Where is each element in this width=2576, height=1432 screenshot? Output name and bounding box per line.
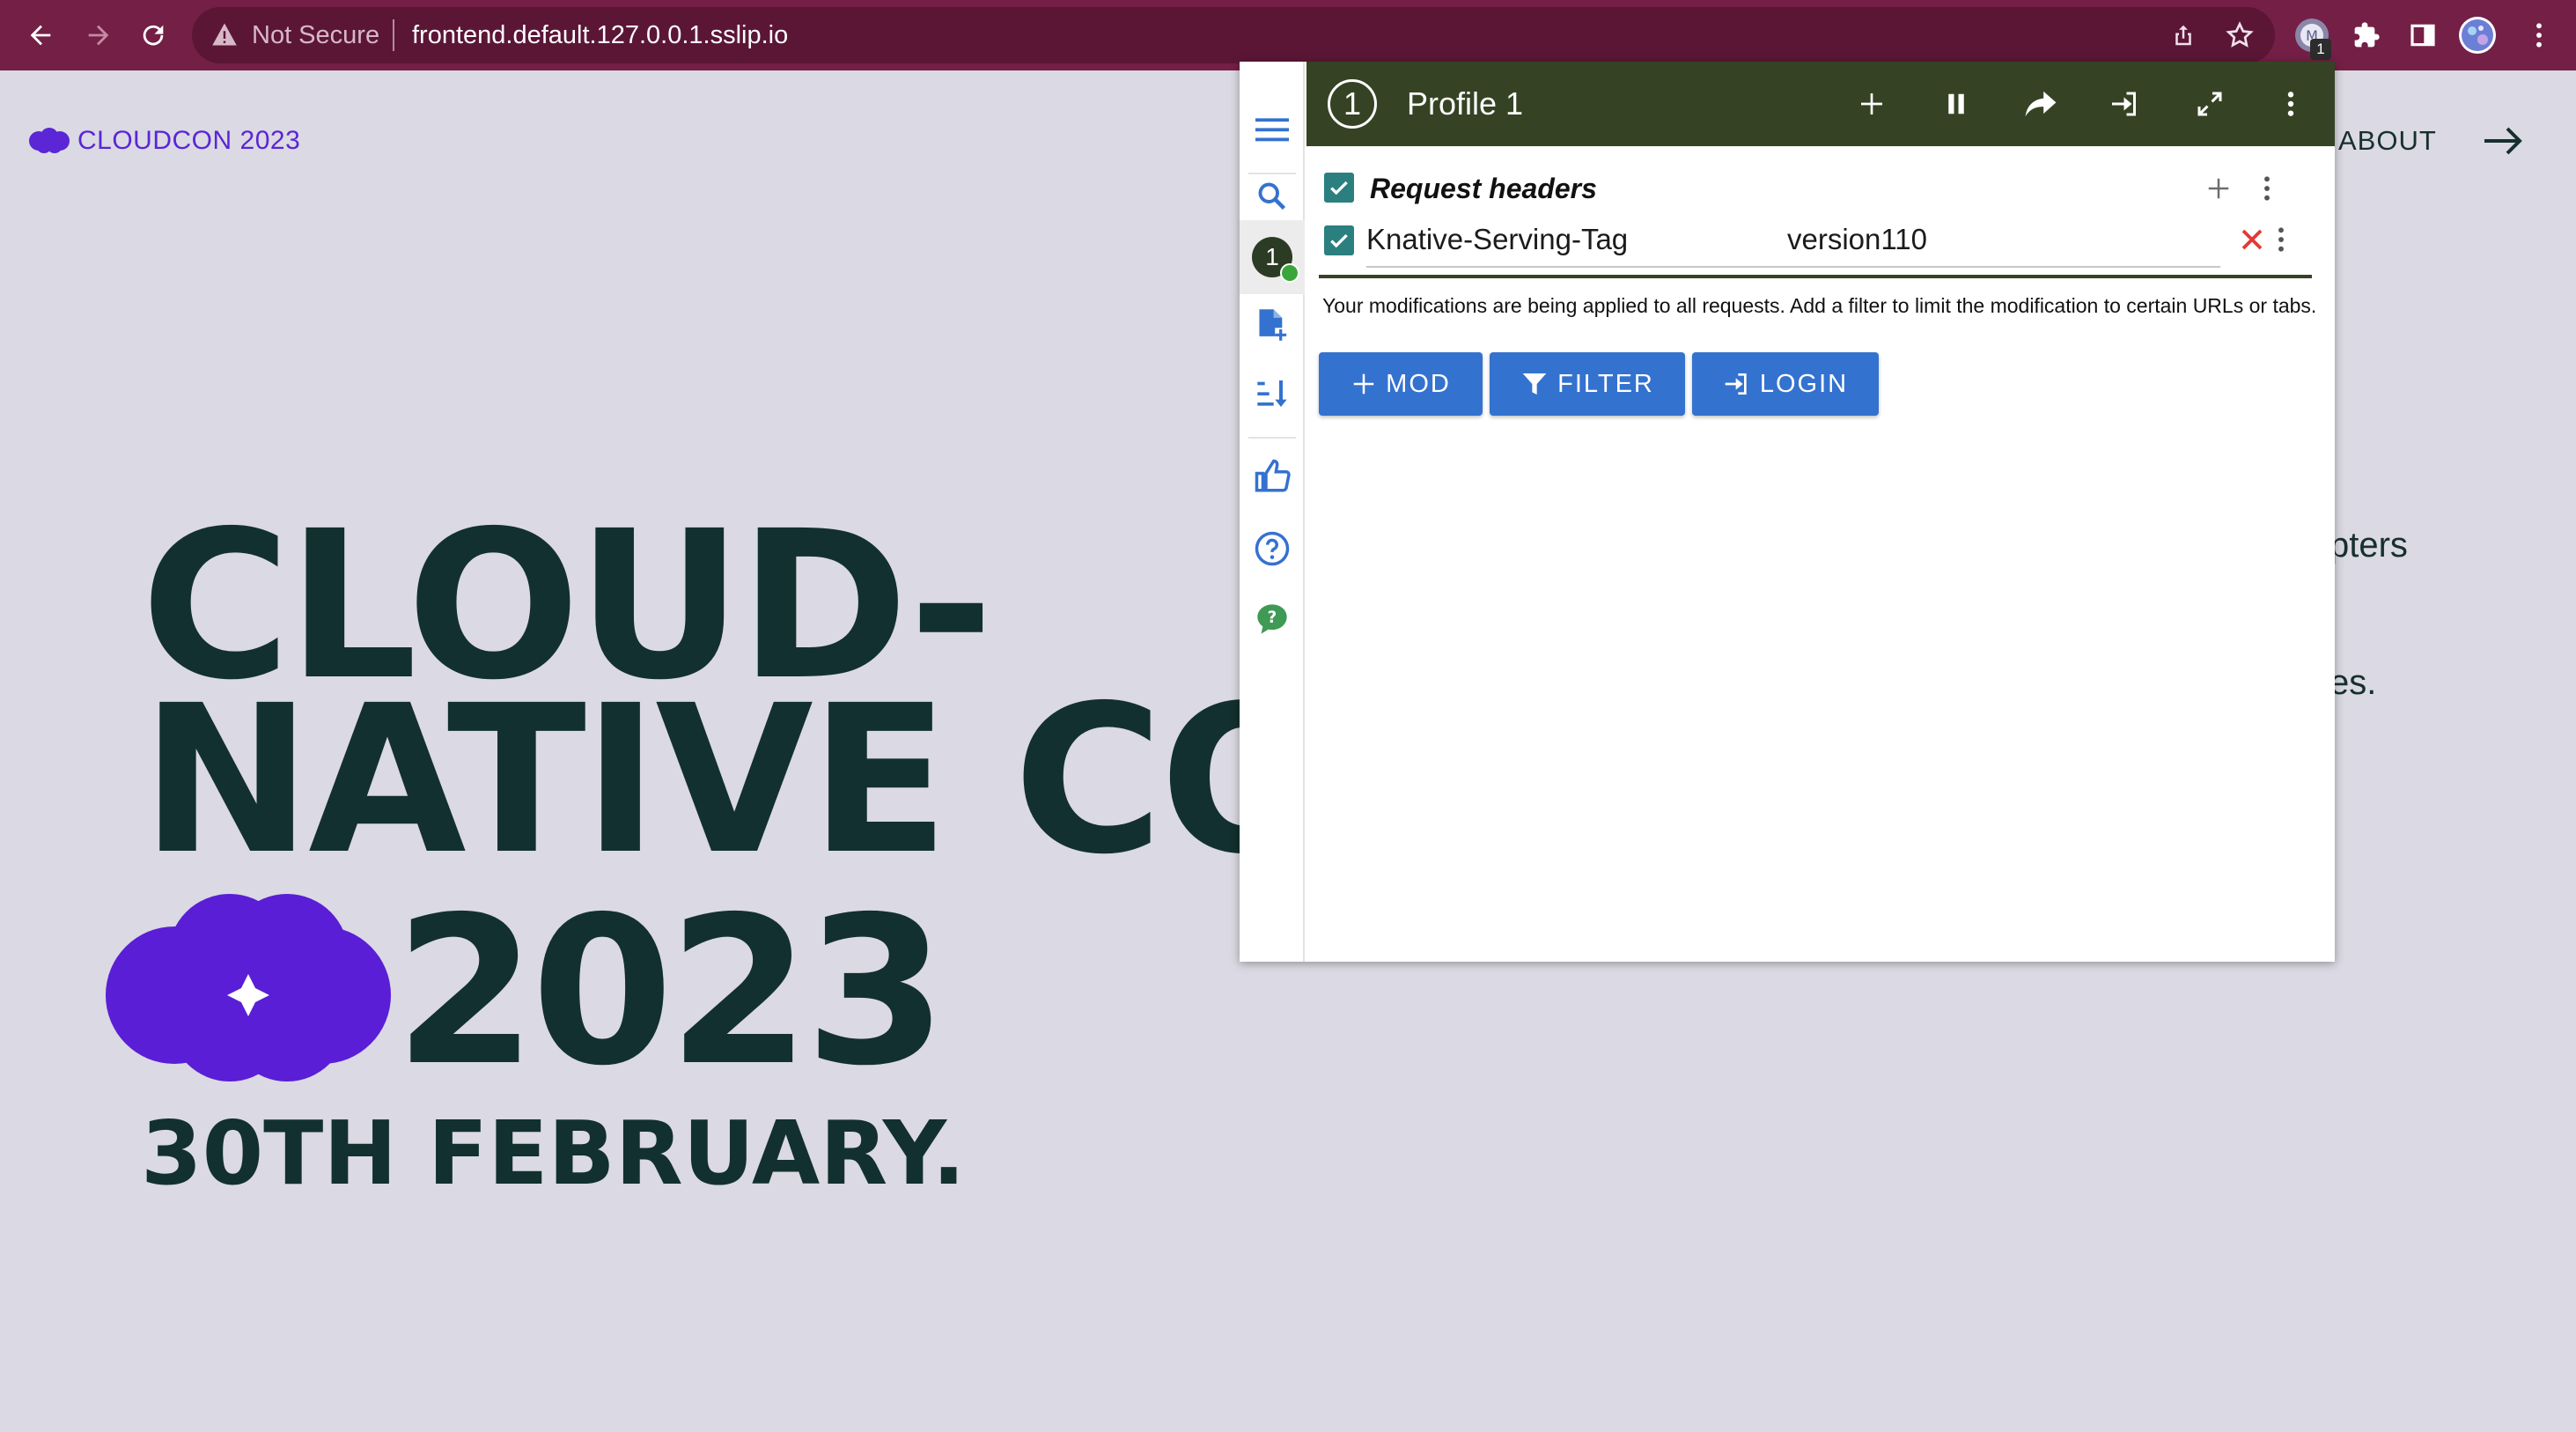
profile-badge: 1: [1252, 237, 1299, 283]
bookmark-star-icon[interactable]: [2215, 11, 2264, 60]
profile-avatar[interactable]: [2453, 11, 2502, 60]
popup-header: 1 Profile 1: [1306, 62, 2335, 146]
add-header-icon[interactable]: [2199, 169, 2238, 208]
share-icon[interactable]: [2159, 11, 2208, 60]
reload-icon[interactable]: [129, 11, 178, 60]
svg-text:?: ?: [1268, 609, 1277, 627]
header-row-checkbox[interactable]: [1324, 225, 1354, 255]
nav-about-link[interactable]: ABOUT: [2338, 122, 2437, 160]
help-icon[interactable]: [1240, 518, 1305, 579]
site-logo[interactable]: CLOUDCON 2023: [28, 123, 300, 159]
share-arrow-icon[interactable]: [2016, 79, 2065, 129]
popup-sidebar: 1 ?: [1240, 62, 1305, 962]
rail-profile-button[interactable]: 1: [1240, 226, 1305, 288]
side-text-fragment: pters: [2329, 526, 2408, 565]
side-panel-icon[interactable]: [2398, 11, 2447, 60]
site-brand: CLOUDCON 2023: [77, 126, 301, 155]
filter-icon: [1522, 373, 1547, 395]
section-more-icon[interactable]: [2254, 169, 2280, 208]
thumbs-up-icon[interactable]: [1240, 446, 1305, 507]
profile-badge-number: 1: [1265, 243, 1279, 270]
browser-menu-icon[interactable]: [2514, 11, 2564, 60]
browser-toolbar: Not Secure frontend.default.127.0.0.1.ss…: [0, 0, 2576, 70]
expand-icon[interactable]: [2185, 79, 2234, 129]
add-filter-button[interactable]: FILTER: [1490, 352, 1685, 416]
input-underline: [1366, 266, 2220, 268]
profile-number-badge[interactable]: 1: [1328, 79, 1377, 129]
cloud-logo-icon: [29, 128, 70, 153]
login-label: LOGIN: [1759, 369, 1849, 398]
address-separator: [393, 19, 394, 51]
warning-icon: [212, 23, 237, 46]
import-icon[interactable]: [2101, 79, 2150, 129]
rail-divider: [1248, 437, 1296, 439]
back-icon[interactable]: [16, 11, 65, 60]
delete-header-icon[interactable]: [2234, 222, 2270, 257]
add-mod-button[interactable]: MOD: [1319, 352, 1483, 416]
profile-title[interactable]: Profile 1: [1407, 85, 1523, 123]
hero-year: 2023: [394, 873, 947, 1111]
forward-icon[interactable]: [74, 11, 123, 60]
add-mod-label: MOD: [1386, 369, 1451, 398]
modification-notice: Your modifications are being applied to …: [1322, 294, 2317, 317]
hero-cloud-icon: [106, 894, 391, 1081]
header-name-input[interactable]: Knative-Serving-Tag: [1366, 213, 1747, 266]
login-icon: [1725, 373, 1747, 395]
popup-content: Request headers Knative-Serving-Tag vers…: [1306, 146, 2335, 962]
security-label[interactable]: Not Secure: [252, 18, 379, 53]
search-icon[interactable]: [1240, 166, 1305, 227]
sort-icon[interactable]: [1240, 363, 1305, 424]
section-title: Request headers: [1370, 173, 1597, 204]
url-text[interactable]: frontend.default.127.0.0.1.sslip.io: [412, 18, 788, 53]
login-button[interactable]: LOGIN: [1692, 352, 1879, 416]
add-profile-file-icon[interactable]: [1240, 294, 1305, 356]
side-text-fragment: es.: [2329, 663, 2377, 702]
header-row-accent-line: [1319, 275, 2312, 278]
add-filter-label: FILTER: [1557, 369, 1654, 398]
add-icon[interactable]: [1847, 79, 1896, 129]
modheader-popup: 1 ? 1 Profile 1 Request headers Knative-…: [1240, 62, 2335, 962]
arrow-right-icon[interactable]: [2481, 122, 2527, 160]
hero-date: 30TH FEBRUARY.: [141, 1102, 966, 1205]
plus-icon: [1353, 373, 1374, 395]
pause-icon[interactable]: [1932, 79, 1981, 129]
more-vert-icon[interactable]: [2266, 79, 2315, 129]
check-icon: [1280, 263, 1299, 283]
extension-badge: 1: [2310, 39, 2331, 60]
header-row-more-icon[interactable]: [2268, 222, 2294, 257]
hero-heading-line2: NATIVE CON: [141, 678, 1241, 882]
feedback-chat-icon[interactable]: ?: [1240, 588, 1305, 650]
header-value-input[interactable]: version110: [1787, 213, 2210, 266]
request-headers-checkbox[interactable]: [1324, 173, 1354, 203]
menu-icon[interactable]: [1240, 99, 1305, 160]
extensions-puzzle-icon[interactable]: [2342, 11, 2391, 60]
